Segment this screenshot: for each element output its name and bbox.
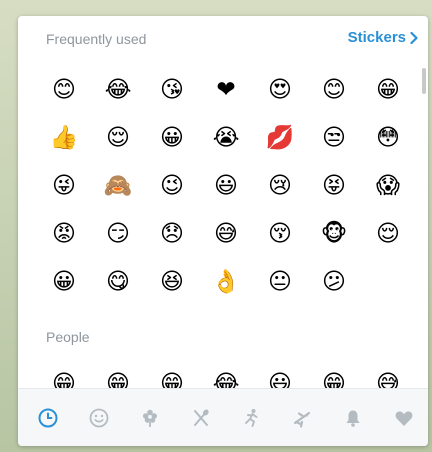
section-title-frequently-used: Frequently used [46,31,147,47]
emoji-button[interactable]: 😁 [148,360,196,388]
clock-icon [38,408,58,427]
emoji-button[interactable]: 🐵 [310,210,358,258]
emoji-button[interactable]: 😁 [310,360,358,388]
emoji-button[interactable]: 😋 [94,258,142,306]
emoji-button[interactable]: 😏 [94,210,142,258]
heart-icon [395,410,413,426]
emoji-button[interactable]: 😁 [40,360,88,388]
emoji-panel: Frequently used Stickers 😊 😂 😘 ❤ 😍 😊 😁 👍 😌 😀 😭 💋 😒 😳 😜… [18,16,428,446]
emoji-button[interactable]: 😅 [202,210,250,258]
airplane-icon [294,411,311,428]
emoji-button[interactable]: 😒 [310,114,358,162]
emoji-button[interactable]: 😌 [94,114,142,162]
emoji-button[interactable]: 😌 [364,210,412,258]
emoji-button[interactable]: 😊 [310,66,358,114]
emoji-button[interactable]: 👍 [40,114,88,162]
emoji-button[interactable]: 😃 [256,360,304,388]
emoji-button[interactable]: 😢 [256,162,304,210]
emoji-button[interactable]: ❤ [202,66,250,114]
tab-airplane[interactable] [288,404,316,432]
tab-heart[interactable] [390,404,418,432]
emoji-category-tabs [18,388,428,446]
tab-flower[interactable] [136,404,164,432]
frequently-used-grid: 😊 😂 😘 ❤ 😍 😊 😁 👍 😌 😀 😭 💋 😒 😳 😜 🙈 😉 😃 😢 😝 😱 😡 😏 😞 😅 😚 🐵 😌 😀 😋 😆 👌 😐 😕 [40,66,400,306]
stickers-label: Stickers [347,29,406,46]
emoji-button[interactable]: 😀 [40,258,88,306]
emoji-button[interactable]: 😱 [364,162,412,210]
tab-clock[interactable] [34,404,62,432]
stickers-link[interactable]: Stickers [348,29,418,46]
scrollbar-thumb[interactable] [422,68,426,94]
emoji-button[interactable]: 😁 [94,360,142,388]
tab-runner[interactable] [237,404,265,432]
flower-icon [142,409,157,427]
emoji-button[interactable]: 😚 [256,210,304,258]
emoji-button[interactable]: 🙈 [94,162,142,210]
emoji-button[interactable]: 😃 [202,162,250,210]
emoji-button[interactable]: 😝 [310,162,358,210]
emoji-button[interactable]: 💋 [256,114,304,162]
emoji-button[interactable]: 😍 [256,66,304,114]
chevron-right-icon [410,31,418,44]
emoji-button[interactable]: 😁 [364,66,412,114]
emoji-button[interactable]: 😉 [148,162,196,210]
tab-smiley[interactable] [85,404,113,432]
emoji-scroll-area[interactable]: Frequently used Stickers 😊 😂 😘 ❤ 😍 😊 😁 👍 😌 😀 😭 💋 😒 😳 😜… [18,16,428,388]
emoji-button[interactable]: 😳 [364,114,412,162]
emoji-button[interactable]: 😊 [40,66,88,114]
tab-cutlery[interactable] [187,404,215,432]
emoji-button[interactable]: 😂 [202,360,250,388]
emoji-button[interactable]: 😡 [40,210,88,258]
section-title-people: People [46,329,90,345]
emoji-button[interactable]: 😅 [364,360,412,388]
emoji-button[interactable]: 👌 [202,258,250,306]
emoji-button[interactable]: 😭 [202,114,250,162]
emoji-button[interactable]: 😆 [148,258,196,306]
emoji-button[interactable]: 😜 [40,162,88,210]
smiley-icon [89,408,109,427]
emoji-button[interactable]: 😐 [256,258,304,306]
cutlery-icon [193,409,209,426]
runner-icon [245,408,258,427]
emoji-button[interactable]: 😞 [148,210,196,258]
bell-icon [346,410,360,427]
emoji-button[interactable]: 😀 [148,114,196,162]
emoji-button[interactable]: 😂 [94,66,142,114]
people-grid: 😁 😁 😁 😂 😃 😁 😅 [40,360,400,388]
emoji-button[interactable]: 😕 [310,258,358,306]
tab-bell[interactable] [339,404,367,432]
emoji-button[interactable]: 😘 [148,66,196,114]
